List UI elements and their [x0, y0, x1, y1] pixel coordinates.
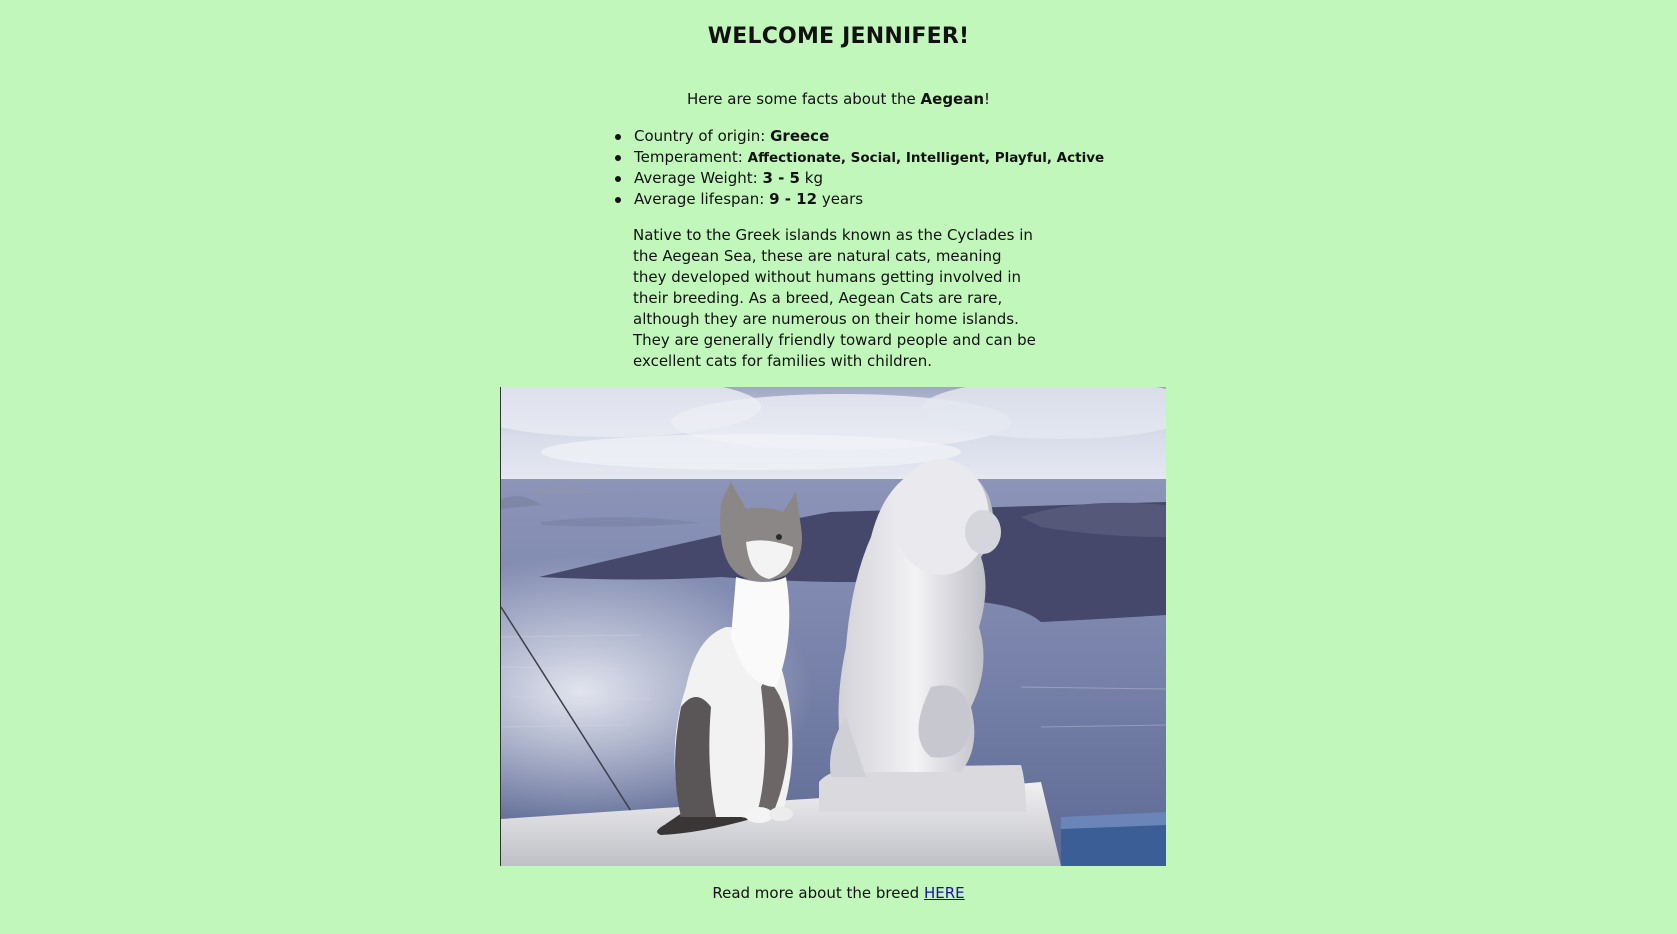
fact-origin-label: Country of origin: [634, 127, 771, 145]
fact-lifespan: Average lifespan: 9 - 12 years [615, 189, 1104, 210]
fact-weight: Average Weight: 3 - 5 kg [615, 168, 1104, 189]
fact-lifespan-label: Average lifespan: [634, 190, 770, 208]
breed-photo [500, 387, 1166, 866]
read-more-prefix: Read more about the breed [712, 884, 924, 902]
page: WELCOME JENNIFER! Here are some facts ab… [0, 0, 1677, 934]
bullet-icon [615, 134, 621, 140]
fact-lifespan-unit: years [817, 190, 864, 208]
facts-list: Country of origin: Greece Temperament: A… [615, 126, 1104, 210]
fact-weight-value: 3 - 5 [762, 169, 800, 187]
breed-description: Native to the Greek islands known as the… [633, 226, 1036, 370]
page-title: WELCOME JENNIFER! [707, 24, 970, 49]
bullet-icon [615, 155, 621, 161]
bullet-icon [615, 176, 621, 182]
breed-name: Aegean [920, 90, 985, 108]
fact-origin: Country of origin: Greece [615, 126, 1104, 147]
bullet-icon [615, 197, 621, 203]
cat-and-lion-statue-image [501, 387, 1166, 866]
fact-temperament: Temperament: Affectionate, Social, Intel… [615, 147, 1104, 168]
fact-lifespan-value: 9 - 12 [769, 190, 818, 208]
fact-weight-label: Average Weight: [634, 169, 763, 187]
read-more-link[interactable]: HERE [924, 884, 965, 902]
fact-origin-value: Greece [770, 127, 830, 145]
intro-text: Here are some facts about the Aegean! [0, 90, 1677, 108]
fact-temperament-value: Affectionate, Social, Intelligent, Playf… [747, 150, 1105, 166]
read-more-text: Read more about the breed HERE [0, 884, 1677, 902]
intro-prefix: Here are some facts about the [686, 90, 921, 108]
fact-weight-unit: kg [800, 169, 823, 187]
fact-temperament-label: Temperament: [634, 148, 748, 166]
intro-suffix: ! [984, 90, 991, 108]
